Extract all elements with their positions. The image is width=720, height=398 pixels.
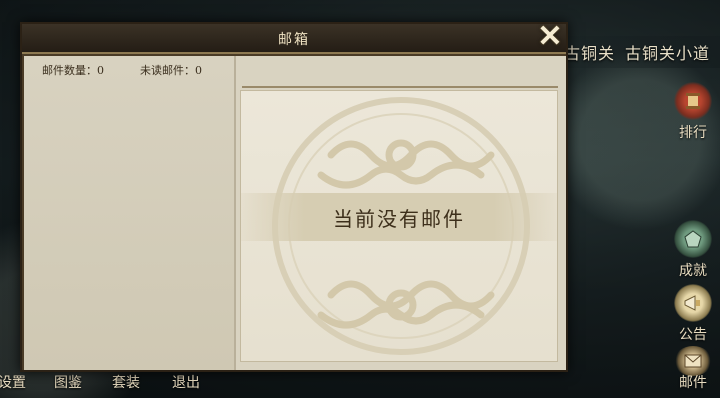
- exit-button-label: 退出: [172, 375, 200, 391]
- codex-button-label: 图鉴: [54, 375, 82, 391]
- mail-content-frame: 当前没有邮件: [240, 90, 558, 362]
- mailbox-title: 邮箱: [278, 32, 310, 48]
- mail-detail-pane: 当前没有邮件: [234, 56, 566, 370]
- mailbox-title-bar: 邮箱: [22, 24, 566, 54]
- announcement-button[interactable]: 公告: [666, 284, 720, 344]
- mail-count: 邮件数量：0: [42, 64, 104, 77]
- mail-button-label: 邮件: [679, 375, 707, 391]
- codex-button[interactable]: 图鉴: [54, 372, 82, 392]
- close-button[interactable]: ✕: [532, 18, 568, 54]
- announcement-button-label: 公告: [679, 327, 707, 343]
- outfit-button[interactable]: 套装: [112, 372, 140, 392]
- location-bar: 古铜关 古铜关小道: [556, 36, 720, 68]
- rank-button-label: 排行: [679, 125, 707, 141]
- rank-scroll-icon: [674, 82, 712, 120]
- settings-button-label: 设置: [0, 375, 26, 391]
- header-divider: [242, 86, 558, 88]
- achievement-button[interactable]: 成就: [666, 220, 720, 280]
- exit-button[interactable]: 退出: [172, 372, 200, 392]
- mail-list-pane[interactable]: 邮件数量：0 未读邮件：0: [24, 56, 234, 370]
- announcement-icon: [674, 284, 712, 322]
- settings-button[interactable]: 设置: [0, 372, 26, 392]
- location-region: 古铜关: [564, 44, 616, 63]
- rank-button[interactable]: 排行: [666, 82, 720, 142]
- unread-count: 未读邮件：0: [140, 64, 202, 77]
- location-path: 古铜关小道: [625, 44, 711, 63]
- mail-button[interactable]: 邮件: [666, 346, 720, 392]
- achievement-button-label: 成就: [679, 263, 707, 279]
- mail-counts: 邮件数量：0 未读邮件：0: [42, 62, 202, 78]
- empty-mail-message: 当前没有邮件: [241, 193, 557, 241]
- achievement-icon: [674, 220, 712, 258]
- close-icon: ✕: [537, 18, 563, 54]
- mailbox-window: 邮箱 ✕ 邮件数量：0 未读邮件：0 当前没有邮件: [20, 19, 568, 372]
- outfit-button-label: 套装: [112, 375, 140, 391]
